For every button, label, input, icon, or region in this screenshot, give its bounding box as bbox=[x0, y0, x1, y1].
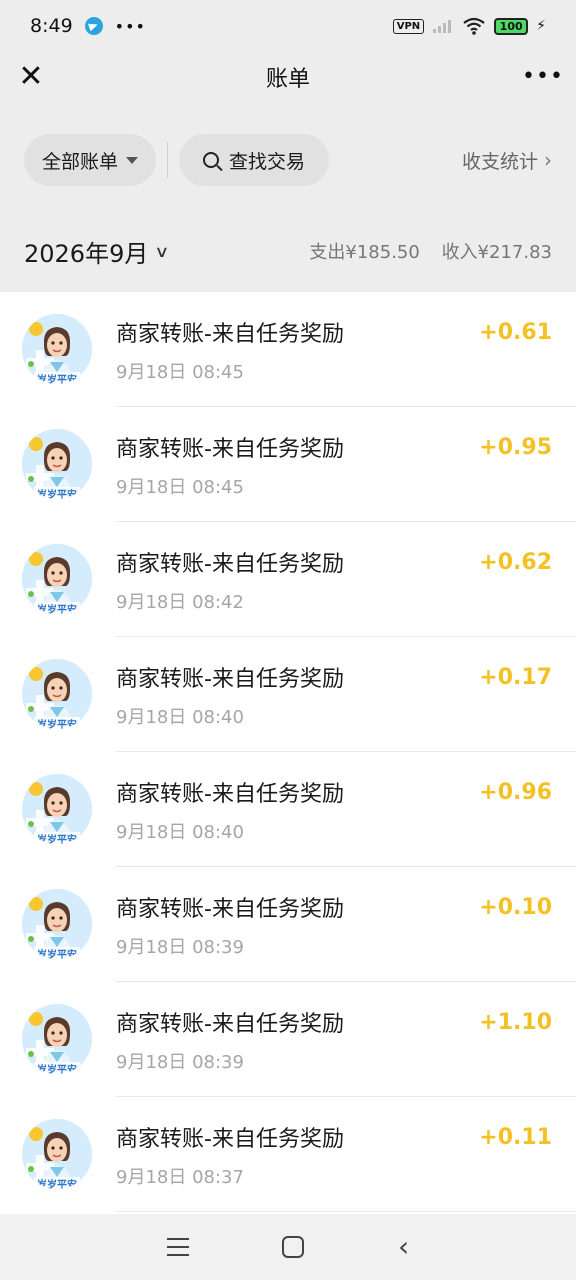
chevron-down-icon: ∨ bbox=[154, 241, 170, 261]
month-selector[interactable]: 2026年9月 ∨ bbox=[24, 234, 170, 269]
transaction-amount: +0.61 bbox=[479, 320, 552, 345]
transaction-title: 商家转账-来自任务奖励 bbox=[116, 667, 344, 692]
transaction-title: 商家转账-来自任务奖励 bbox=[116, 437, 344, 462]
transaction-row[interactable]: 岁岁平安 商家转账-来自任务奖励 9月18日 08:42 +0.62 bbox=[0, 522, 576, 637]
merchant-avatar: 岁岁平安 bbox=[22, 889, 92, 959]
income-expense-stats-link[interactable]: 收支统计 › bbox=[462, 147, 552, 174]
caret-down-icon bbox=[126, 156, 138, 164]
merchant-avatar: 岁岁平安 bbox=[22, 1119, 92, 1189]
divider bbox=[167, 142, 168, 178]
recent-apps-icon[interactable] bbox=[166, 1238, 189, 1256]
transaction-amount: +0.62 bbox=[479, 550, 552, 575]
expense-total: 支出¥185.50 bbox=[309, 242, 420, 263]
merchant-avatar: 岁岁平安 bbox=[22, 774, 92, 844]
notification-dots: ••• bbox=[114, 16, 146, 36]
avatar-caption: 岁岁平安 bbox=[37, 720, 77, 729]
transaction-amount: +0.10 bbox=[479, 895, 552, 920]
avatar-caption: 岁岁平安 bbox=[37, 1065, 77, 1074]
transaction-time: 9月18日 08:42 bbox=[116, 592, 244, 613]
back-icon[interactable]: ‹ bbox=[398, 1233, 409, 1261]
transaction-time: 9月18日 08:40 bbox=[116, 822, 244, 843]
avatar-caption: 岁岁平安 bbox=[37, 375, 77, 384]
all-bills-label: 全部账单 bbox=[42, 150, 119, 173]
transaction-title: 商家转账-来自任务奖励 bbox=[116, 897, 344, 922]
avatar-caption: 岁岁平安 bbox=[37, 605, 77, 614]
avatar-caption: 岁岁平安 bbox=[37, 950, 77, 959]
transaction-amount: +0.95 bbox=[479, 435, 552, 460]
status-time: 8:49 bbox=[30, 15, 73, 37]
transaction-row[interactable]: 岁岁平安 商家转账-来自任务奖励 9月18日 08:37 +0.11 bbox=[0, 1097, 576, 1212]
close-icon[interactable]: ✕ bbox=[16, 60, 46, 94]
transaction-time: 9月18日 08:45 bbox=[116, 477, 244, 498]
transaction-time: 9月18日 08:37 bbox=[116, 1167, 244, 1188]
transaction-amount: +0.11 bbox=[479, 1125, 552, 1150]
transaction-row[interactable]: 岁岁平安 商家转账-来自任务奖励 9月18日 08:39 +1.10 bbox=[0, 982, 576, 1097]
income-total: 收入¥217.83 bbox=[441, 242, 552, 263]
filter-row: 全部账单 查找交易 收支统计 › bbox=[0, 132, 576, 188]
month-label: 2026年9月 bbox=[24, 239, 149, 268]
avatar-caption: 岁岁平安 bbox=[37, 1180, 77, 1189]
chevron-right-icon: › bbox=[544, 148, 552, 172]
merchant-avatar: 岁岁平安 bbox=[22, 659, 92, 729]
transaction-row[interactable]: 岁岁平安 商家转账-来自任务奖励 9月18日 08:45 +0.95 bbox=[0, 407, 576, 522]
transaction-row[interactable]: 岁岁平安 商家转账-来自任务奖励 9月18日 08:39 +0.10 bbox=[0, 867, 576, 982]
transaction-time: 9月18日 08:39 bbox=[116, 1052, 244, 1073]
merchant-avatar: 岁岁平安 bbox=[22, 314, 92, 384]
transaction-title: 商家转账-来自任务奖励 bbox=[116, 1012, 344, 1037]
wifi-icon bbox=[463, 17, 485, 35]
transaction-row[interactable]: 岁岁平安 商家转账-来自任务奖励 9月18日 08:45 +0.61 bbox=[0, 292, 576, 407]
search-label: 查找交易 bbox=[228, 150, 305, 173]
search-icon bbox=[202, 152, 219, 168]
transaction-time: 9月18日 08:40 bbox=[116, 707, 244, 728]
transaction-list: 岁岁平安 商家转账-来自任务奖励 9月18日 08:45 +0.61 岁岁平安 bbox=[0, 292, 576, 1214]
merchant-avatar: 岁岁平安 bbox=[22, 429, 92, 499]
transaction-title: 商家转账-来自任务奖励 bbox=[116, 552, 344, 577]
transaction-row[interactable]: 岁岁平安 商家转账-来自任务奖励 9月18日 08:40 +0.96 bbox=[0, 752, 576, 867]
avatar-caption: 岁岁平安 bbox=[37, 490, 77, 499]
transaction-amount: +1.10 bbox=[479, 1010, 552, 1035]
transaction-row[interactable]: 岁岁平安 商家转账-来自任务奖励 9月18日 08:40 +0.17 bbox=[0, 637, 576, 752]
page-title: 账单 bbox=[265, 67, 310, 92]
telegram-icon bbox=[84, 17, 103, 35]
search-transactions-button[interactable]: 查找交易 bbox=[179, 134, 329, 186]
avatar-caption: 岁岁平安 bbox=[37, 835, 77, 844]
vpn-icon: VPN bbox=[392, 18, 425, 34]
all-bills-dropdown[interactable]: 全部账单 bbox=[24, 134, 156, 186]
merchant-avatar: 岁岁平安 bbox=[22, 1004, 92, 1074]
signal-icon bbox=[433, 20, 452, 33]
system-nav-bar: ‹ bbox=[0, 1214, 576, 1280]
more-icon[interactable]: ••• bbox=[522, 60, 563, 94]
home-icon[interactable] bbox=[282, 1236, 305, 1258]
transaction-time: 9月18日 08:39 bbox=[116, 937, 244, 958]
transaction-title: 商家转账-来自任务奖励 bbox=[116, 322, 344, 347]
transaction-time: 9月18日 08:45 bbox=[116, 362, 244, 383]
month-summary: 支出¥185.50 收入¥217.83 bbox=[309, 238, 552, 264]
stats-label: 收支统计 bbox=[461, 150, 538, 173]
nav-bar: ✕ 账单 ••• bbox=[0, 52, 576, 102]
charging-icon: ⚡ bbox=[536, 18, 546, 34]
battery-icon: 100 bbox=[494, 17, 529, 35]
status-bar: 8:49 ••• VPN 100 ⚡ bbox=[0, 0, 576, 52]
month-header: 2026年9月 ∨ 支出¥185.50 收入¥217.83 bbox=[0, 212, 576, 290]
transaction-title: 商家转账-来自任务奖励 bbox=[116, 1127, 344, 1152]
transaction-amount: +0.96 bbox=[479, 780, 552, 805]
row-divider bbox=[116, 1211, 576, 1212]
merchant-avatar: 岁岁平安 bbox=[22, 544, 92, 614]
transaction-amount: +0.17 bbox=[479, 665, 552, 690]
transaction-title: 商家转账-来自任务奖励 bbox=[116, 782, 344, 807]
